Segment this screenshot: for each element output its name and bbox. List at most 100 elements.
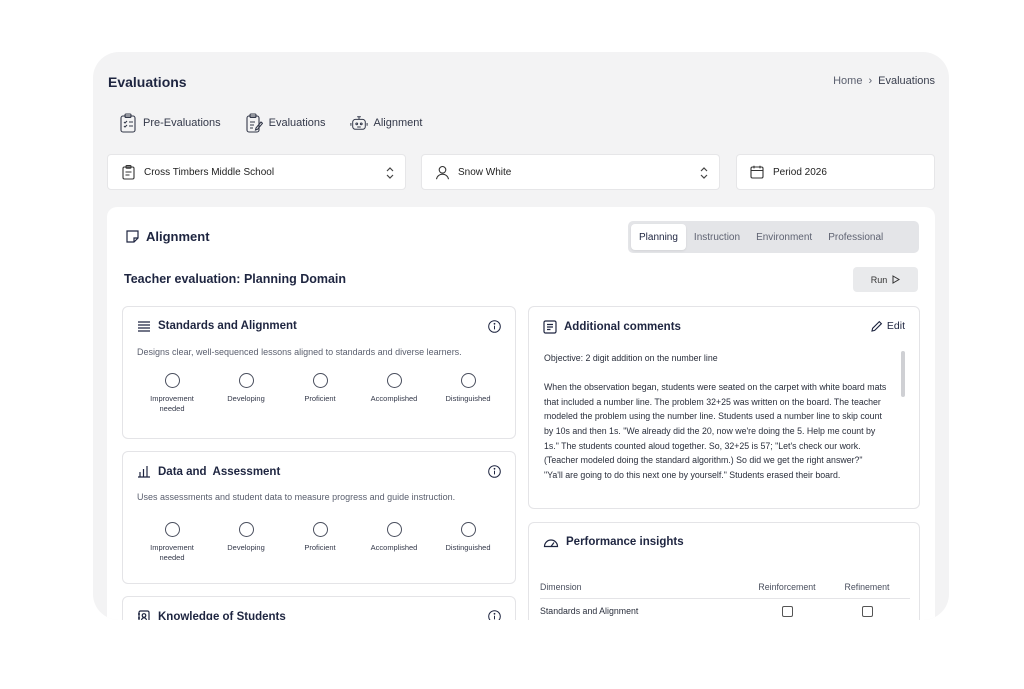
radio-button[interactable] — [238, 522, 254, 537]
radio-button[interactable] — [164, 522, 180, 537]
chevron-updown-icon — [700, 167, 708, 179]
school-select[interactable]: Cross Timbers Middle School — [107, 154, 406, 190]
tab-instruction[interactable]: Instruction — [686, 224, 748, 250]
comments-paragraph: When the observation began, students wer… — [544, 382, 887, 466]
dimension-panel-knowledge-students: Knowledge of Students — [122, 596, 516, 620]
calendar-icon — [749, 164, 765, 180]
tab-planning[interactable]: Planning — [631, 224, 686, 250]
rating-option[interactable]: Accomplished — [359, 373, 429, 414]
play-icon — [892, 275, 901, 284]
refinement-checkbox[interactable] — [861, 605, 873, 617]
column-header: Dimension — [540, 581, 582, 592]
alignment-heading-text: Alignment — [146, 229, 210, 244]
panel-description: Designs clear, well-sequenced lessons al… — [137, 347, 462, 357]
school-select-value: Cross Timbers Middle School — [144, 166, 275, 178]
chevron-updown-icon — [386, 167, 394, 179]
rating-option[interactable]: Distinguished — [433, 522, 503, 563]
clipboard-icon — [120, 164, 136, 180]
radio-button[interactable] — [312, 522, 328, 537]
rating-option[interactable]: Developing — [211, 373, 281, 414]
nav-label: Evaluations — [268, 117, 326, 129]
page-title: Evaluations — [108, 74, 187, 90]
align-lines-icon — [138, 321, 150, 332]
edit-button[interactable]: Edit — [871, 320, 905, 332]
performance-insights-panel: Performance insights Dimension Reinforce… — [528, 522, 920, 620]
panel-title: Knowledge of Students — [158, 611, 286, 620]
bar-chart-icon — [138, 466, 150, 478]
rating-label: Accomplished — [370, 394, 418, 403]
user-icon — [434, 164, 450, 180]
period-select-value: Period 2026 — [773, 166, 827, 178]
reinforcement-cell — [750, 605, 824, 617]
reinforcement-checkbox[interactable] — [781, 605, 793, 617]
rating-label: Accomplished — [370, 543, 418, 552]
info-icon[interactable] — [488, 610, 501, 620]
rating-label: Distinguished — [445, 394, 491, 403]
rating-scale: Improvement needed Developing Proficient… — [137, 522, 503, 563]
gauge-icon — [543, 539, 559, 548]
nav-evaluations[interactable]: Evaluations — [245, 113, 326, 133]
top-nav: Pre-Evaluations Evaluations Alignment — [119, 113, 422, 133]
clipboard-edit-icon — [246, 113, 263, 133]
info-icon[interactable] — [488, 320, 501, 333]
tab-environment[interactable]: Environment — [748, 224, 820, 250]
rating-option[interactable]: Distinguished — [433, 373, 503, 414]
breadcrumb-home[interactable]: Home — [833, 75, 862, 87]
info-icon[interactable] — [488, 465, 501, 478]
period-select[interactable]: Period 2026 — [736, 154, 935, 190]
rating-option[interactable]: Proficient — [285, 522, 355, 563]
clipboard-list-icon — [120, 113, 136, 133]
domain-tabs: Planning Instruction Environment Profess… — [628, 221, 919, 253]
panel-heading: Performance insights — [543, 536, 684, 548]
rating-option[interactable]: Improvement needed — [137, 522, 207, 563]
nav-label: Alignment — [373, 117, 423, 129]
sticky-note-icon — [126, 230, 139, 243]
nav-pre-evaluations[interactable]: Pre-Evaluations — [119, 113, 221, 133]
radio-button[interactable] — [460, 522, 476, 537]
column-header: Reinforcement — [758, 581, 816, 592]
run-button[interactable]: Run — [853, 267, 918, 292]
nav-label: Pre-Evaluations — [143, 117, 221, 129]
rating-label: Proficient — [304, 543, 336, 552]
rating-label: Improvement needed — [150, 543, 194, 562]
panel-title: Performance insights — [566, 536, 684, 548]
panel-heading: Knowledge of Students — [137, 610, 286, 620]
dimension-panel-standards: Standards and Alignment Designs clear, w… — [122, 306, 516, 439]
panel-heading: Additional comments — [543, 320, 681, 334]
radio-button[interactable] — [386, 373, 402, 388]
dimension-panel-data-assessment: Data and Assessment Uses assessments and… — [122, 451, 516, 584]
comments-text[interactable]: Objective: 2 digit addition on the numbe… — [544, 351, 889, 482]
panel-description: Uses assessments and student data to mea… — [137, 492, 456, 502]
rating-option[interactable]: Proficient — [285, 373, 355, 414]
table-row: Standards and Alignment — [540, 599, 910, 620]
refinement-cell — [824, 605, 910, 617]
rating-option[interactable]: Improvement needed — [137, 373, 207, 414]
nav-alignment[interactable]: Alignment — [349, 113, 423, 133]
radio-button[interactable] — [312, 373, 328, 388]
breadcrumb-current: Evaluations — [878, 75, 935, 87]
comments-scrollbar[interactable] — [901, 351, 905, 397]
rating-option[interactable]: Accomplished — [359, 522, 429, 563]
teacher-select[interactable]: Snow White — [421, 154, 720, 190]
edit-label: Edit — [886, 320, 905, 332]
comments-objective: Objective: 2 digit addition on the numbe… — [544, 353, 718, 363]
radio-button[interactable] — [164, 373, 180, 388]
rating-option[interactable]: Developing — [211, 522, 281, 563]
panel-title: Data and Assessment — [158, 465, 281, 478]
note-icon — [543, 320, 557, 334]
chevron-right-icon: › — [868, 75, 873, 87]
radio-button[interactable] — [238, 373, 254, 388]
column-header: Refinement — [844, 581, 890, 592]
alignment-card: Alignment Planning Instruction Environme… — [107, 207, 935, 620]
radio-button[interactable] — [460, 373, 476, 388]
alignment-heading: Alignment — [125, 229, 210, 244]
dimension-cell: Standards and Alignment — [540, 606, 639, 616]
robot-icon — [349, 116, 368, 130]
breadcrumb: Home › Evaluations — [833, 75, 935, 87]
run-button-label: Run — [870, 274, 888, 285]
tab-professional[interactable]: Professional — [820, 224, 891, 250]
radio-button[interactable] — [386, 522, 402, 537]
rating-label: Improvement needed — [150, 394, 194, 413]
teacher-select-value: Snow White — [458, 166, 512, 178]
insights-table: Dimension Reinforcement Refinement Stand… — [540, 575, 910, 620]
